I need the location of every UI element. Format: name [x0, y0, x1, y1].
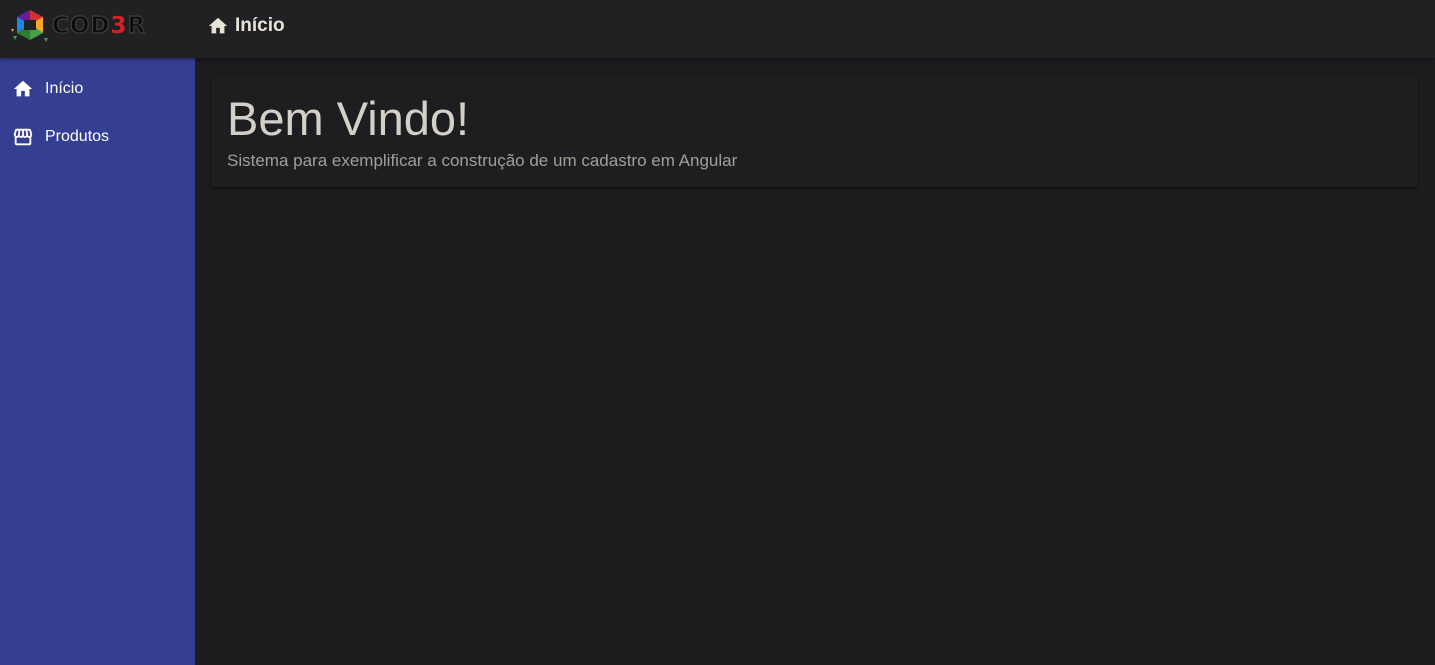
logo-text-part: R — [127, 12, 147, 39]
page-title-text: Início — [235, 15, 285, 36]
coder-logo-text: COD 3 R — [51, 12, 147, 39]
logo-text-part: COD — [51, 12, 111, 39]
coder-logo-mark-icon — [11, 10, 48, 42]
welcome-subtitle: Sistema para exemplificar a construção d… — [227, 151, 738, 170]
sidebar-item-inicio[interactable]: Início — [0, 69, 195, 109]
main-content: Bem Vindo! Sistema para exemplificar a c… — [195, 58, 1435, 665]
storefront-icon — [13, 128, 33, 146]
top-toolbar: COD 3 R Início — [0, 0, 1435, 58]
coder-logo[interactable]: COD 3 R — [10, 8, 180, 44]
sidebar-item-produtos[interactable]: Produtos — [0, 117, 195, 157]
sidebar-item-label: Produtos — [45, 128, 110, 145]
logo-text-accent: 3 — [110, 12, 128, 39]
welcome-title: Bem Vindo! — [227, 92, 470, 145]
welcome-card: Bem Vindo! Sistema para exemplificar a c… — [211, 76, 1418, 187]
page-title: Início — [207, 14, 285, 38]
home-icon — [13, 80, 33, 97]
sidebar-item-label: Início — [45, 80, 84, 97]
sidebar: Início Produtos — [0, 58, 195, 665]
home-icon — [208, 17, 228, 34]
